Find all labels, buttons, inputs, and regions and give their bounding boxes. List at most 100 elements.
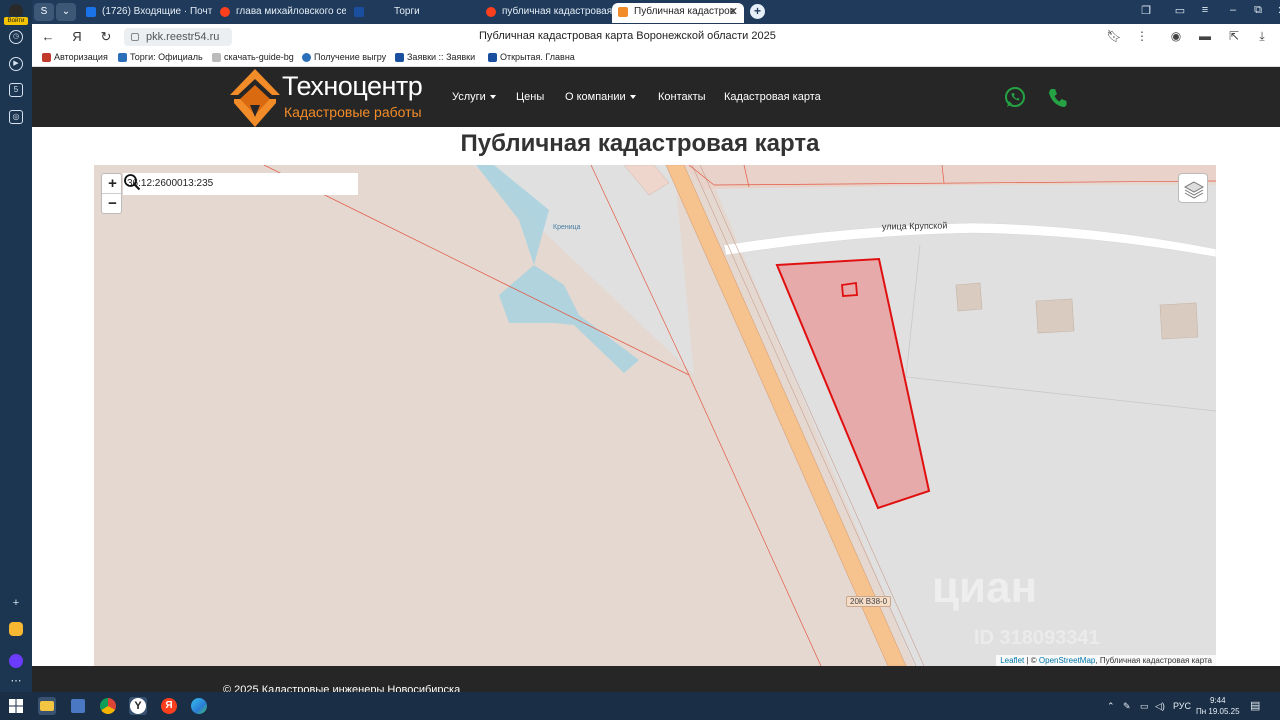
- add-icon[interactable]: +: [9, 596, 23, 610]
- bookmark-label: Торги: Официаль: [130, 52, 203, 62]
- mail-favicon-icon: [86, 7, 96, 17]
- watermark-id: ID 318093341: [974, 627, 1100, 649]
- system-clock[interactable]: 9:44 Пн 19.05.25: [1196, 695, 1240, 717]
- zoom-in-button[interactable]: +: [102, 174, 123, 194]
- map-attribution: Leaflet | © OpenStreetMap, Публичная кад…: [996, 655, 1216, 666]
- bookmark-item[interactable]: Заявки :: Заявки: [395, 52, 475, 62]
- tray-chevron-icon[interactable]: ⌃: [1107, 701, 1115, 712]
- menu-cadastral-map[interactable]: Кадастровая карта: [724, 91, 821, 103]
- more-icon[interactable]: ⋯: [9, 674, 23, 688]
- network-icon[interactable]: ▭: [1140, 701, 1149, 712]
- yandex-browser-icon[interactable]: Y: [129, 697, 147, 715]
- profile-button[interactable]: S: [34, 3, 54, 21]
- menu-label: Контакты: [658, 91, 706, 103]
- osm-link[interactable]: OpenStreetMap: [1039, 656, 1095, 665]
- search-icon[interactable]: [123, 173, 141, 191]
- caret-down-icon: [629, 95, 636, 100]
- page-title-display: Публичная кадастровая карта Воронежской …: [479, 30, 776, 42]
- whatsapp-icon[interactable]: [1004, 86, 1026, 108]
- reader-icon[interactable]: ▬: [1197, 29, 1213, 43]
- document-icon: [212, 53, 221, 62]
- bookmark-item[interactable]: Авторизация: [42, 52, 108, 62]
- logo-subtitle: Кадастровые работы: [284, 104, 422, 120]
- notification-center-icon[interactable]: ▤: [1250, 699, 1260, 712]
- menu-about[interactable]: О компании: [565, 91, 636, 103]
- menu-prices[interactable]: Цены: [516, 91, 544, 103]
- site-logo[interactable]: Техноцентр Кадастровые работы: [230, 69, 440, 127]
- tab-menu-chevron-icon[interactable]: ⌄: [56, 3, 76, 21]
- tab-mail[interactable]: (1726) Входящие · Почта: [80, 3, 212, 23]
- tab-search-pkk[interactable]: публичная кадастровая к: [480, 3, 612, 23]
- calculator-icon[interactable]: [69, 697, 87, 715]
- yandex-icon[interactable]: Я: [160, 697, 178, 715]
- torgi-favicon-icon: [354, 7, 364, 17]
- yandex-icon[interactable]: Я: [69, 29, 85, 45]
- menu-contacts[interactable]: Контакты: [658, 91, 706, 103]
- new-tab-button[interactable]: +: [750, 4, 765, 19]
- zoom-out-button[interactable]: −: [102, 194, 123, 214]
- minimize-icon[interactable]: –: [1225, 4, 1241, 16]
- number-five-icon[interactable]: 5: [9, 83, 23, 97]
- close-window-icon[interactable]: ✕: [1274, 4, 1280, 17]
- river-label: Креница: [553, 224, 581, 231]
- yandex-favicon-icon: [220, 7, 230, 17]
- attribution-text: , Публичная кадастровая карта: [1095, 656, 1212, 665]
- url-field[interactable]: pkk.reestr54.ru: [124, 28, 232, 46]
- bookmark-item[interactable]: Торги: Официаль: [118, 52, 203, 62]
- windows-start-icon[interactable]: [7, 697, 25, 715]
- edge-icon[interactable]: [190, 697, 208, 715]
- assistant-icon[interactable]: [9, 654, 23, 668]
- screenshot-icon[interactable]: ◎: [9, 110, 23, 124]
- globe-icon: [302, 53, 311, 62]
- close-tab-icon[interactable]: ✕: [729, 3, 738, 21]
- website: Техноцентр Кадастровые работы Услуги Цен…: [32, 67, 1280, 692]
- mail-icon[interactable]: [9, 622, 23, 636]
- phone-icon[interactable]: [1047, 86, 1069, 108]
- menu-services[interactable]: Услуги: [452, 91, 496, 103]
- history-icon[interactable]: ◷: [9, 30, 23, 44]
- bookmark-item[interactable]: Открытая. Главна: [488, 52, 575, 62]
- more-options-icon[interactable]: ⋮: [1134, 29, 1150, 43]
- leaflet-link[interactable]: Leaflet: [1000, 656, 1024, 665]
- pen-icon[interactable]: ✎: [1123, 701, 1131, 712]
- download-icon[interactable]: ⤓: [1254, 29, 1270, 44]
- bookmark-item[interactable]: скачать-guide-bg: [212, 52, 294, 62]
- extension-icon[interactable]: ◉: [1168, 29, 1184, 43]
- lock-icon: [131, 33, 139, 41]
- tab-torgi[interactable]: Торги: [348, 3, 480, 23]
- road-number-label: 20К В38-0: [846, 596, 892, 607]
- tab-pkk-active[interactable]: Публичная кадастров ✕: [612, 3, 744, 23]
- layers-button[interactable]: [1178, 173, 1208, 203]
- bookmark-item[interactable]: Получение выгру: [302, 52, 386, 62]
- cadastral-map[interactable]: + − 36:12:2600013:235 Креница улица Круп…: [94, 165, 1216, 666]
- share-icon[interactable]: ⇱: [1226, 29, 1242, 43]
- file-explorer-icon[interactable]: [38, 697, 56, 715]
- tab-label: (1726) Входящие · Почта: [102, 6, 212, 17]
- notifications-icon[interactable]: ▭: [1172, 4, 1188, 17]
- caret-down-icon: [489, 95, 496, 100]
- clock-time: 9:44: [1209, 696, 1226, 705]
- layers-icon: [1183, 181, 1205, 199]
- watermark: циан: [932, 563, 1038, 612]
- flag-icon: [42, 53, 51, 62]
- chrome-icon[interactable]: [99, 697, 117, 715]
- login-button[interactable]: Войти: [4, 4, 28, 25]
- zoom-control: + −: [101, 173, 123, 214]
- back-icon[interactable]: ←: [40, 29, 56, 45]
- house-logo-icon: [230, 69, 280, 127]
- cadastral-search-input[interactable]: 36:12:2600013:235: [123, 173, 358, 195]
- input-language[interactable]: РУС: [1173, 701, 1191, 711]
- menu-icon[interactable]: ≡: [1197, 4, 1213, 16]
- volume-icon[interactable]: ◁): [1155, 701, 1165, 712]
- reload-icon[interactable]: ↻: [98, 29, 114, 45]
- tab-collections-icon[interactable]: ❐: [1138, 4, 1154, 17]
- tab-label: публичная кадастровая к: [502, 6, 612, 17]
- bookmark-icon[interactable]: 🔖︎: [1106, 29, 1122, 43]
- tab-search-glava[interactable]: глава михайловского сел: [214, 3, 346, 23]
- restore-icon[interactable]: ⧉: [1250, 4, 1266, 17]
- yandex-favicon-icon: [486, 7, 496, 17]
- footer-copyright: © 2025 Кадастровые инженеры Новосибирска: [223, 684, 461, 692]
- play-icon[interactable]: ▶: [9, 57, 23, 71]
- menu-label: Цены: [516, 91, 545, 103]
- bookmark-label: Заявки :: Заявки: [407, 52, 476, 62]
